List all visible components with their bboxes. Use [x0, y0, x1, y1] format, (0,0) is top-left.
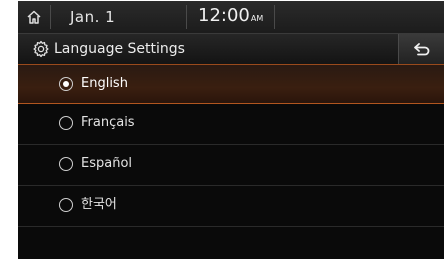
head-unit-screen: Jan. 1 12:00AM Language Settings English — [18, 1, 444, 259]
status-divider — [186, 5, 187, 29]
language-option-english[interactable]: English — [18, 64, 444, 104]
language-option-french[interactable]: Français — [18, 104, 444, 145]
language-label: Français — [81, 115, 135, 130]
language-label: 한국어 — [81, 197, 117, 212]
status-bar: Jan. 1 12:00AM — [18, 1, 444, 33]
back-button[interactable] — [398, 34, 444, 64]
status-clock: 12:00AM — [198, 4, 263, 31]
title-bar: Language Settings — [18, 33, 444, 64]
page-title: Language Settings — [54, 41, 185, 57]
status-time: 12:00 — [198, 5, 250, 26]
home-button[interactable] — [18, 1, 50, 33]
language-label: English — [81, 76, 128, 91]
status-date: Jan. 1 — [70, 8, 116, 26]
language-option-spanish[interactable]: Español — [18, 145, 444, 186]
radio-selected-icon — [59, 77, 73, 91]
gear-icon — [33, 40, 49, 58]
radio-unselected-icon — [59, 157, 73, 171]
radio-unselected-icon — [59, 116, 73, 130]
language-list: English Français Español 한국어 — [18, 64, 444, 227]
status-ampm: AM — [250, 14, 264, 23]
radio-unselected-icon — [59, 198, 73, 212]
language-label: Español — [81, 156, 133, 171]
back-arrow-icon — [414, 43, 430, 56]
home-icon — [27, 10, 41, 24]
status-divider — [274, 5, 275, 29]
status-divider — [50, 5, 51, 29]
language-option-korean[interactable]: 한국어 — [18, 186, 444, 227]
